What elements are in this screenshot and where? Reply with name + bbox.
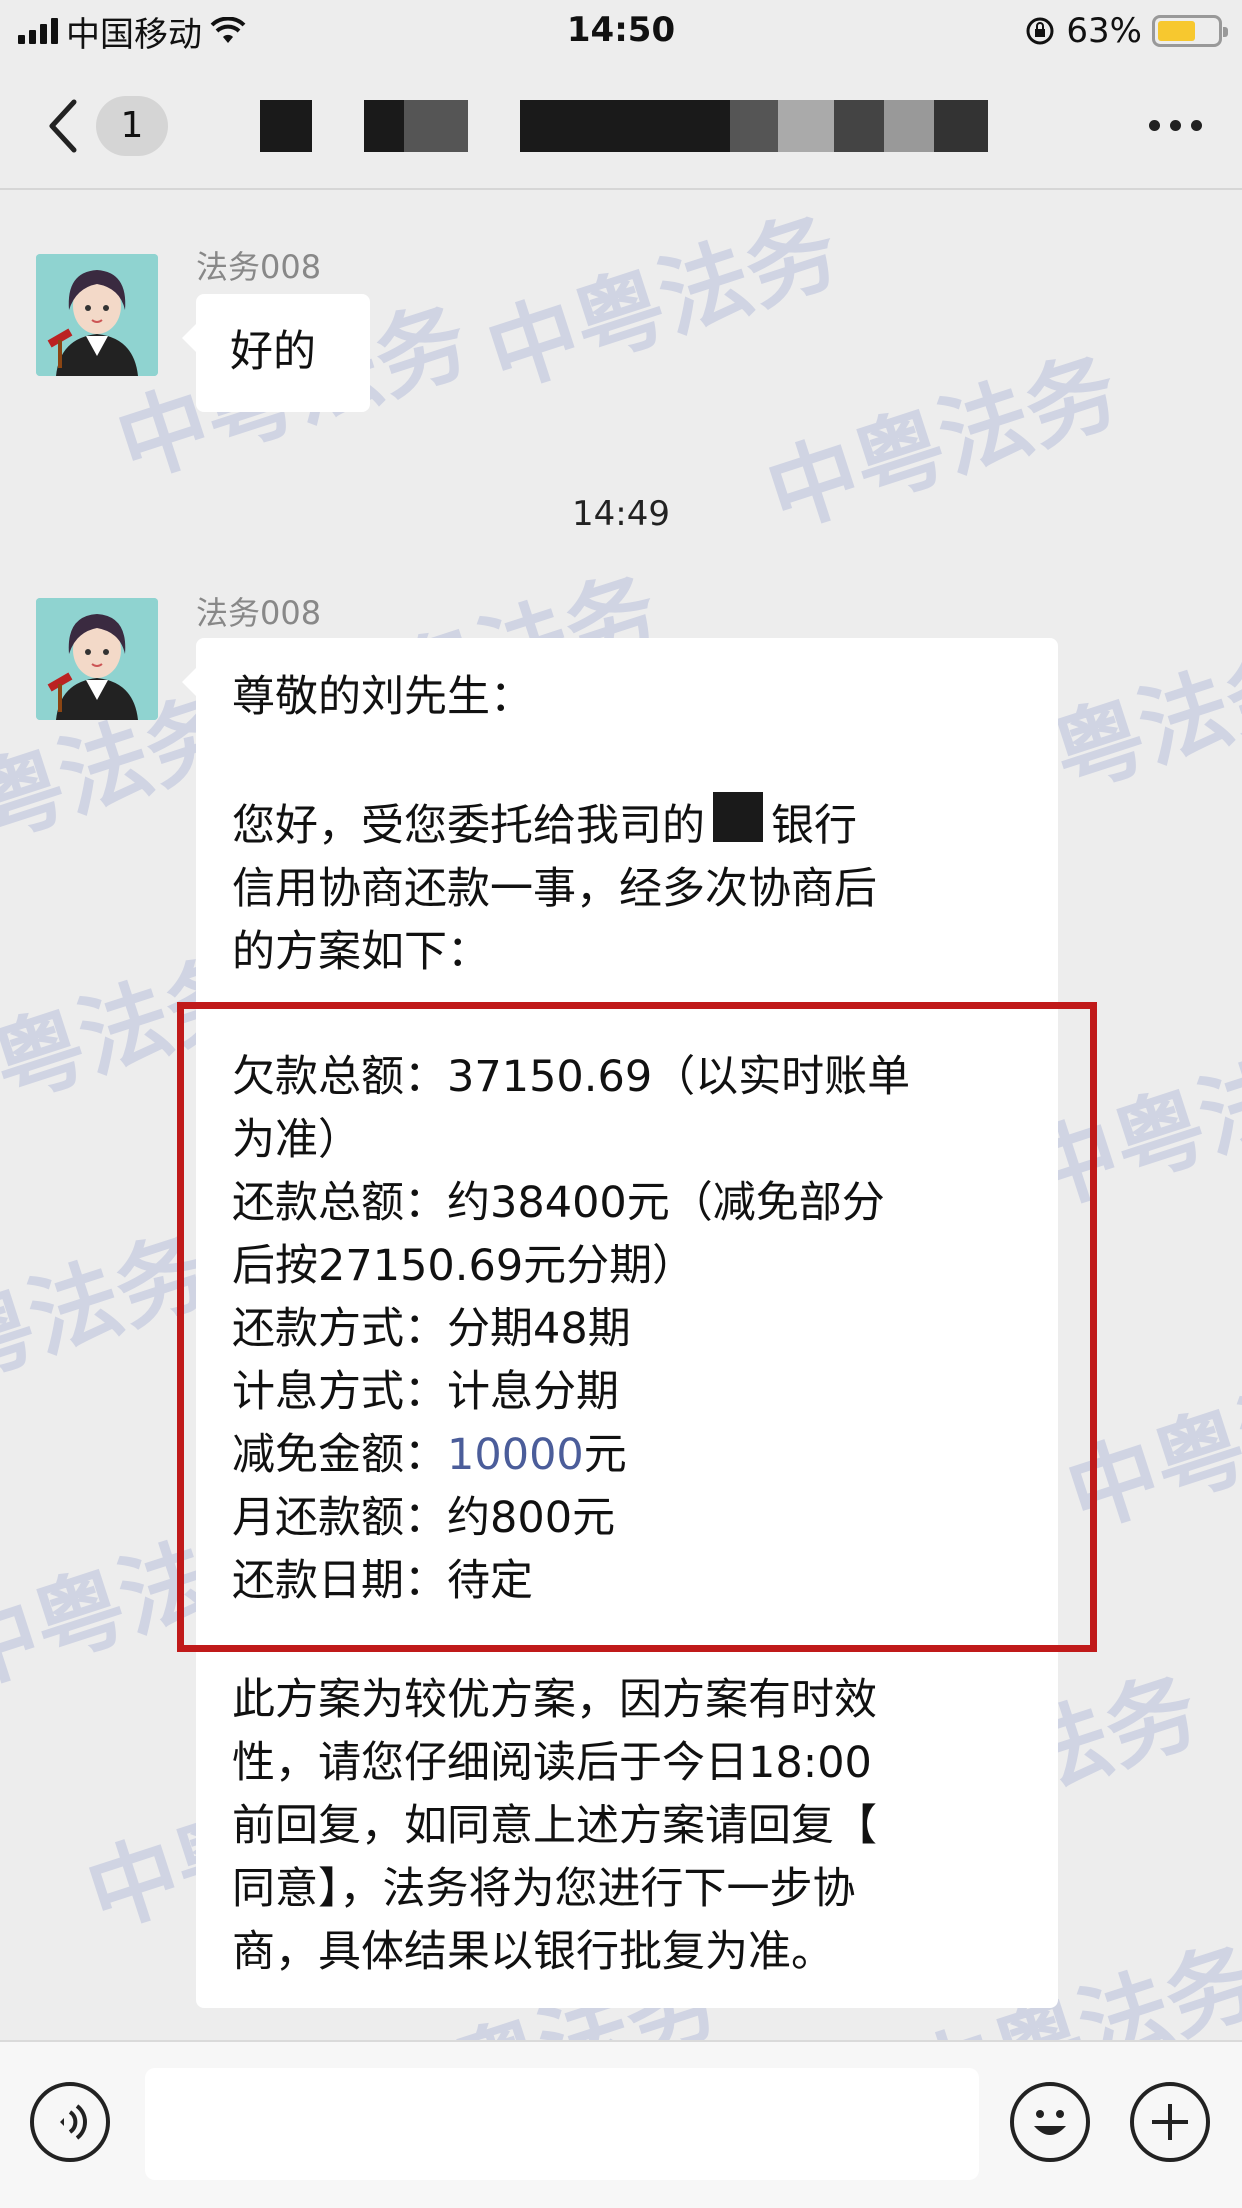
message-closing-line: 此方案为较优方案，因方案有时效 [232, 1675, 877, 1725]
voice-input-icon[interactable] [30, 2082, 110, 2162]
rotation-lock-icon [1026, 17, 1054, 45]
sender-name: 法务008 [196, 594, 322, 632]
input-bar [0, 2040, 1242, 2208]
avatar-lawyer-icon [36, 254, 158, 376]
message-input[interactable] [145, 2068, 979, 2180]
sender-name: 法务008 [196, 248, 322, 286]
message-intro-line: 的方案如下： [232, 927, 490, 977]
message-timestamp: 14:49 [572, 494, 670, 534]
avatar[interactable] [36, 598, 158, 720]
message-intro-line: 您好，受您委托给我司的 银行 [232, 792, 1022, 858]
battery-area: 63% [1024, 10, 1228, 52]
message-greeting: 尊敬的刘先生： [232, 672, 533, 722]
battery-fill [1158, 21, 1195, 41]
avatar[interactable] [36, 254, 158, 376]
message-bubble[interactable]: 好的 [182, 294, 370, 412]
add-attachment-icon[interactable] [1130, 2082, 1210, 2162]
back-chevron-icon[interactable] [40, 96, 90, 156]
message-text: 好的 [230, 327, 316, 377]
message-closing-line: 同意】，法务将为您进行下一步协 [232, 1864, 856, 1914]
chat-header: 1 [0, 62, 1242, 190]
message-intro-line: 信用协商还款一事，经多次协商后 [232, 864, 877, 914]
status-bar: 中国移动 14:50 63% [0, 0, 1242, 62]
battery-percent: 63% [1066, 11, 1142, 51]
message-closing-line: 商，具体结果以银行批复为准。 [232, 1927, 834, 1977]
battery-icon [1152, 15, 1228, 47]
redacted-bank-name [713, 792, 763, 842]
message-closing-line: 性，请您仔细阅读后于今日18:00 [232, 1738, 872, 1788]
more-options-icon[interactable] [1149, 120, 1202, 131]
avatar-lawyer-icon [36, 598, 158, 720]
message-closing-line: 前回复，如同意上述方案请回复【 [232, 1801, 877, 1851]
highlight-box [177, 1002, 1097, 1652]
unread-count-badge[interactable]: 1 [96, 96, 168, 156]
emoji-icon[interactable] [1010, 2082, 1090, 2162]
